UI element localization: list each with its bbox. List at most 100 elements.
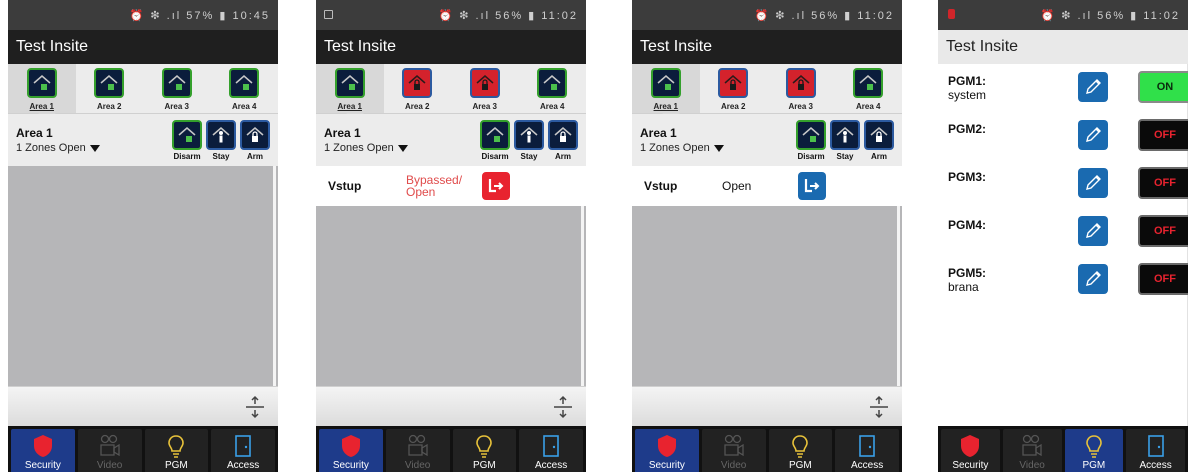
nav-label: PGM: [1082, 460, 1106, 471]
nav-label: Security: [952, 460, 989, 471]
stay-person-icon: [514, 120, 544, 150]
nav-label: Security: [332, 460, 369, 471]
tab-area-2[interactable]: Area 2: [76, 64, 144, 113]
bottom-nav: Security Video PGM Access: [8, 426, 278, 472]
scrollbar[interactable]: [273, 166, 276, 386]
stay-person-icon: [830, 120, 860, 150]
stay-button[interactable]: Stay: [206, 120, 236, 161]
bottom-nav: Security Video PGM Access: [938, 426, 1188, 472]
edit-button[interactable]: [1078, 72, 1108, 102]
app-title: Test Insite: [316, 30, 586, 64]
area-tabs: Area 1 Area 2 Area 3 Area 4: [8, 64, 279, 121]
status-bar: ⏰ ❇ .ıl 56% ▮ 11:02: [316, 0, 586, 30]
disarm-button[interactable]: Disarm: [480, 120, 510, 161]
disarm-button[interactable]: Disarm: [172, 120, 202, 161]
edit-button[interactable]: [1078, 168, 1108, 198]
arm-button[interactable]: Arm: [240, 120, 270, 161]
screen-security-3: ⏰ ❇ .ıl 56% ▮ 11:02 Test Insite Area 1 A…: [632, 0, 902, 472]
bulb-icon: [792, 435, 809, 458]
stay-label: Stay: [520, 152, 538, 161]
bypass-button[interactable]: [798, 172, 826, 200]
tab-area-4[interactable]: Area 4: [835, 64, 903, 113]
tab-area-3[interactable]: Area 3: [143, 64, 211, 113]
stay-button[interactable]: Stay: [830, 120, 860, 161]
video-camera-icon: [99, 434, 120, 457]
status-bar: ⏰ ❇ .ıl 57% ▮ 10:45: [8, 0, 278, 30]
edit-button[interactable]: [1078, 216, 1108, 246]
pgm-name: PGM2:: [948, 122, 987, 136]
triangle-down-icon: [397, 144, 408, 152]
nav-video[interactable]: Video: [385, 429, 450, 472]
nav-video[interactable]: Video: [77, 429, 142, 472]
nav-label: Video: [96, 460, 123, 471]
status-bar: ⏰ ❇ .ıl 56% ▮ 11:02: [632, 0, 902, 30]
nav-label: Security: [648, 460, 685, 471]
arm-lock-icon: [548, 120, 578, 150]
arm-button[interactable]: Arm: [548, 120, 578, 161]
bypass-button[interactable]: [482, 172, 510, 200]
nav-pgm[interactable]: PGM: [1064, 429, 1124, 472]
tab-area-1[interactable]: Area 1: [8, 64, 76, 113]
area-tabs: Area 1 Area 2 Area 3 Area 4: [632, 64, 903, 121]
pgm-row: PGM4: OFF: [938, 208, 1188, 256]
arm-lock-icon: [864, 120, 894, 150]
nav-security[interactable]: Security: [319, 429, 383, 472]
pgm-label: PGM2:: [948, 122, 1078, 136]
edit-button[interactable]: [1078, 264, 1108, 294]
scrollbar[interactable]: [897, 206, 900, 386]
nav-video[interactable]: Video: [1002, 429, 1062, 472]
nav-pgm[interactable]: PGM: [452, 429, 517, 472]
arm-button[interactable]: Arm: [864, 120, 894, 161]
area-label: Area 4: [856, 102, 881, 111]
tab-area-2[interactable]: Area 2: [700, 64, 768, 113]
pgm-toggle[interactable]: OFF: [1138, 263, 1188, 295]
nav-pgm[interactable]: PGM: [144, 429, 209, 472]
tab-area-3[interactable]: Area 3: [767, 64, 835, 113]
house-lock-icon: [402, 68, 433, 98]
nav-security[interactable]: Security: [941, 429, 1000, 472]
nav-access[interactable]: Access: [835, 429, 899, 472]
door-icon: [543, 435, 559, 457]
resize-bar[interactable]: [8, 386, 278, 426]
nav-label: Access: [227, 460, 260, 471]
pgm-label: PGM4:: [948, 218, 1078, 232]
pgm-toggle[interactable]: ON: [1138, 71, 1188, 103]
bottom-nav: Security Video PGM Access: [632, 426, 902, 472]
area-header: Area 1 1 Zones Open Disarm Stay Arm: [632, 114, 902, 166]
disarm-button[interactable]: Disarm: [796, 120, 826, 161]
record-icon: [948, 9, 955, 19]
tab-area-3[interactable]: Area 3: [451, 64, 519, 113]
nav-security[interactable]: Security: [11, 429, 75, 472]
nav-access[interactable]: Access: [519, 429, 583, 472]
tab-area-2[interactable]: Area 2: [384, 64, 452, 113]
zone-name: Vstup: [644, 179, 678, 193]
nav-security[interactable]: Security: [635, 429, 699, 472]
notification-icon: [324, 10, 333, 19]
tab-area-1[interactable]: Area 1: [316, 64, 384, 113]
nav-label: Access: [851, 460, 884, 471]
pgm-toggle[interactable]: OFF: [1138, 119, 1188, 151]
edit-button[interactable]: [1078, 120, 1108, 150]
screen-security-2: ⏰ ❇ .ıl 56% ▮ 11:02 Test Insite Area 1 A…: [316, 0, 586, 472]
nav-access[interactable]: Access: [1126, 429, 1185, 472]
pgm-toggle[interactable]: OFF: [1138, 215, 1188, 247]
tab-area-1[interactable]: Area 1: [632, 64, 700, 113]
area-label: Area 2: [721, 102, 746, 111]
disarm-house-icon: [172, 120, 202, 150]
scrollbar[interactable]: [581, 206, 584, 386]
nav-access[interactable]: Access: [211, 429, 275, 472]
resize-bar[interactable]: [632, 386, 902, 426]
tab-area-4[interactable]: Area 4: [519, 64, 587, 113]
nav-pgm[interactable]: PGM: [768, 429, 833, 472]
pencil-icon: [1086, 79, 1101, 94]
resize-bar[interactable]: [316, 386, 586, 426]
pgm-toggle[interactable]: OFF: [1138, 167, 1188, 199]
house-icon: [853, 68, 884, 98]
stay-button[interactable]: Stay: [514, 120, 544, 161]
zones-open-label: 1 Zones Open: [324, 142, 394, 154]
nav-video[interactable]: Video: [701, 429, 766, 472]
pgm-label: PGM5: brana: [948, 266, 1078, 294]
tab-area-4[interactable]: Area 4: [211, 64, 279, 113]
status-text: ⏰ ❇ .ıl 56% ▮ 11:02: [754, 9, 894, 22]
screen-pgm: ⏰ ❇ .ıl 56% ▮ 11:02 Test Insite PGM1: sys…: [938, 0, 1188, 472]
